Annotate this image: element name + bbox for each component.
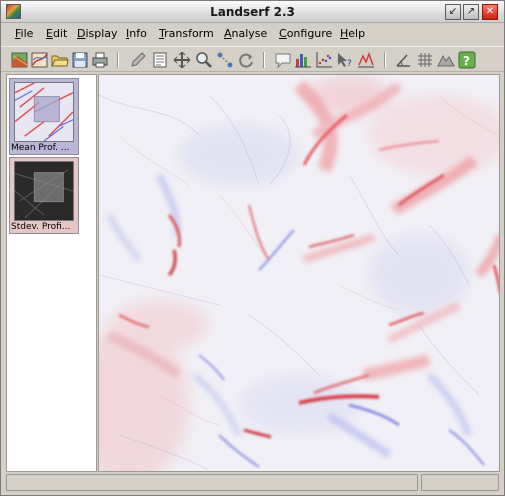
menu-edit[interactable]: Edit [46,27,67,40]
menu-help[interactable]: Help [340,27,365,40]
menu-analyse[interactable]: Analyse [224,27,267,40]
thumbnail-label: Stdev. Profi... [11,222,71,232]
stdev-profile-thumbnail-image [14,161,74,221]
new-vector-icon[interactable] [31,51,49,69]
thumbnail-label: Mean Prof. ... [11,143,70,153]
zoom-icon[interactable] [195,51,213,69]
terrain-icon[interactable] [437,51,455,69]
window-title: Landserf 2.3 [210,5,295,19]
save-icon[interactable] [71,51,89,69]
comment-icon[interactable] [274,51,292,69]
toolbar: ? ? [1,46,504,72]
pan-icon[interactable] [173,51,191,69]
grid-icon[interactable] [416,51,434,69]
menu-bar: File Edit Display Info Transform Analyse… [1,24,504,44]
query-icon[interactable]: ? [336,51,354,69]
edit-pencil-icon[interactable] [129,51,147,69]
landserf-window: Landserf 2.3 ↙ ↗ ✕ File Edit Display Inf… [0,0,505,496]
bar-chart-icon[interactable] [294,51,312,69]
maximize-button[interactable]: ↗ [463,4,479,20]
mean-profile-raster [99,75,499,471]
scatter-plot-icon[interactable] [315,51,333,69]
menu-transform[interactable]: Transform [159,27,214,40]
edit-text-icon[interactable] [151,51,169,69]
menu-display[interactable]: Display [77,27,118,40]
svg-text:?: ? [347,59,352,69]
thumbnail-mean-profile[interactable]: Mean Prof. ... [9,78,79,155]
thumbnail-panel: Mean Prof. ... Stdev. Profi... [6,74,102,472]
help-icon[interactable]: ? [458,51,476,69]
status-bar-info [421,474,499,491]
title-bar[interactable]: Landserf 2.3 ↙ ↗ ✕ [1,1,504,23]
minimize-button[interactable]: ↙ [445,4,461,20]
toolbar-separator [117,52,119,68]
refresh-icon[interactable] [237,51,255,69]
menu-info[interactable]: Info [126,27,147,40]
open-folder-icon[interactable] [51,51,69,69]
toolbar-separator [263,52,265,68]
slope-icon[interactable] [395,51,413,69]
mean-profile-thumbnail-image [14,82,74,142]
close-button[interactable]: ✕ [482,4,498,20]
toolbar-separator [384,52,386,68]
raster-map-view[interactable] [98,74,500,472]
menu-file[interactable]: File [15,27,33,40]
print-icon[interactable] [91,51,109,69]
profile-icon[interactable] [357,51,375,69]
measure-icon[interactable] [216,51,234,69]
new-raster-icon[interactable] [11,51,29,69]
svg-text:?: ? [463,54,470,68]
menu-configure[interactable]: Configure [279,27,332,40]
thumbnail-stdev-profile[interactable]: Stdev. Profi... [9,157,79,234]
status-bar-message [6,474,418,491]
